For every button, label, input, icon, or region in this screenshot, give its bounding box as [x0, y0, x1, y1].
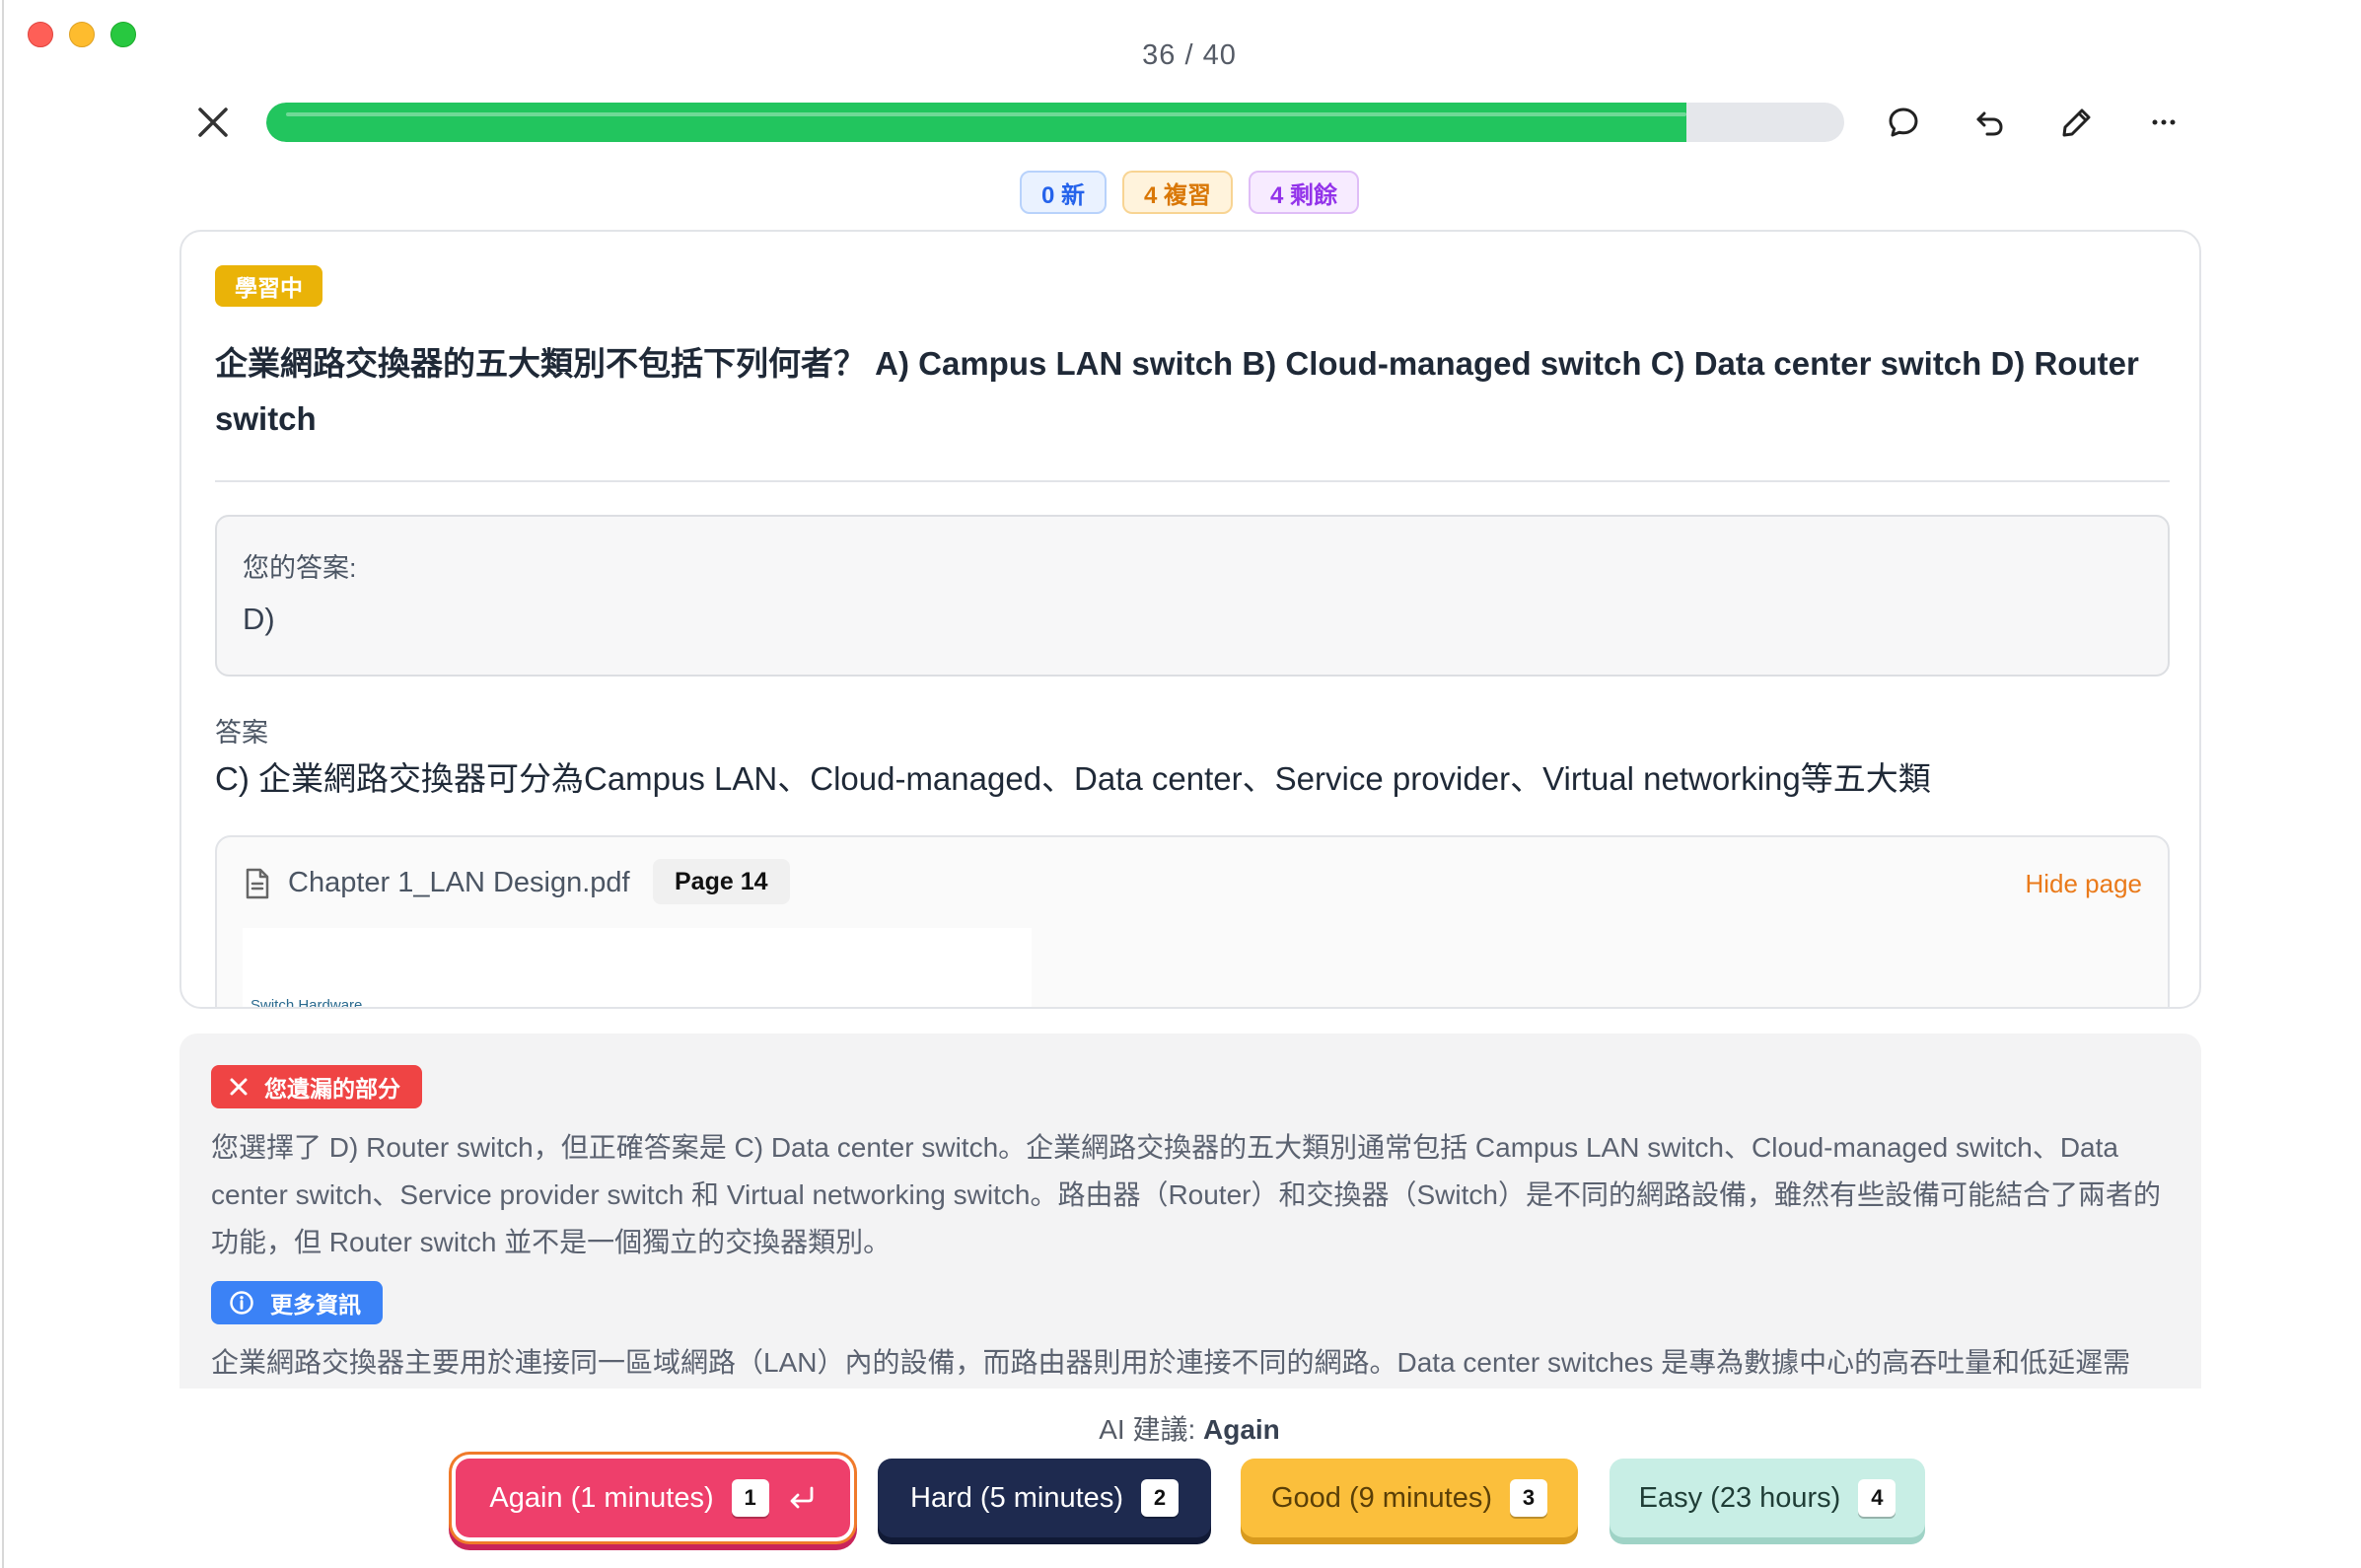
ai-feedback-panel: 您遺漏的部分 您選擇了 D) Router switch，但正確答案是 C) D… [179, 1033, 2201, 1389]
good-button-label: Good (9 minutes) [1270, 1481, 1493, 1514]
enter-icon [790, 1486, 814, 1509]
missed-part-label: 您遺漏的部分 [264, 1076, 400, 1102]
app-window: 36 / 40 0 新 4 複習 4 剩餘 學習中 企業網路交換器的五大類別不包… [2, 0, 2361, 1568]
easy-button-label: Easy (23 hours) [1638, 1481, 1841, 1514]
review-count-badge: 4 複習 [1121, 171, 1233, 214]
easy-button[interactable]: Easy (23 hours) 4 [1610, 1459, 1925, 1537]
good-shortcut-key: 3 [1510, 1479, 1548, 1517]
learning-status-badge: 學習中 [215, 265, 322, 307]
x-icon [230, 1078, 248, 1096]
again-button[interactable]: Again (1 minutes) 1 [456, 1459, 850, 1537]
again-button-label: Again (1 minutes) [489, 1481, 714, 1514]
more-info-text: 企業網路交換器主要用於連接同一區域網路（LAN）內的設備，而路由器則用於連接不同… [211, 1347, 2131, 1378]
comment-icon [1889, 107, 1918, 137]
hard-button[interactable]: Hard (5 minutes) 2 [878, 1459, 1211, 1537]
new-count-badge: 0 新 [1019, 171, 1107, 214]
divider [215, 480, 2170, 482]
question-text: 企業網路交換器的五大類別不包括下列何者？ A) Campus LAN switc… [215, 345, 2139, 437]
your-answer-box: 您的答案: D) [215, 515, 2170, 677]
ai-suggestion-value: Again [1203, 1414, 1280, 1445]
edit-icon [2062, 108, 2091, 137]
missed-part-text: 您選擇了 D) Router switch，但正確答案是 C) Data cen… [211, 1132, 2161, 1257]
remaining-count-badge: 4 剩餘 [1249, 171, 1360, 214]
hard-button-label: Hard (5 minutes) [910, 1481, 1123, 1514]
edit-button[interactable] [2053, 99, 2101, 146]
close-icon [198, 107, 228, 137]
thumbnail-title: Switch Hardware [250, 997, 363, 1009]
undo-icon [1976, 111, 2003, 136]
ai-suggestion-prefix: AI 建議: [1099, 1414, 1196, 1445]
card-stats: 0 新 4 複習 4 剩餘 [4, 171, 2361, 214]
answer-label: 答案 [215, 718, 268, 748]
document-icon [246, 868, 269, 899]
page-thumbnail: Switch Hardware [243, 928, 1032, 1009]
info-icon [230, 1291, 253, 1315]
close-session-button[interactable] [189, 99, 237, 146]
source-reference: Chapter 1_LAN Design.pdf Page 14 Hide pa… [215, 835, 2170, 1009]
more-icon [2152, 119, 2176, 125]
session-progress-bar [266, 103, 1844, 142]
progress-fill [266, 103, 1686, 142]
flashcard: 學習中 企業網路交換器的五大類別不包括下列何者？ A) Campus LAN s… [179, 230, 2201, 1009]
more-options-button[interactable] [2140, 99, 2187, 146]
easy-shortcut-key: 4 [1858, 1479, 1896, 1517]
hide-page-link[interactable]: Hide page [2025, 869, 2142, 899]
your-answer-label: 您的答案: [243, 553, 357, 583]
source-file-name: Chapter 1_LAN Design.pdf [288, 867, 630, 898]
missed-part-badge: 您遺漏的部分 [211, 1065, 422, 1108]
ai-suggestion: AI 建議: Again [4, 1408, 2361, 1448]
more-info-label: 更多資訊 [270, 1292, 361, 1318]
again-shortcut-key: 1 [731, 1479, 769, 1517]
comment-button[interactable] [1880, 99, 1927, 146]
your-answer-value: D) [243, 602, 275, 636]
answer-text: C) 企業網路交換器可分為Campus LAN、Cloud-managed、Da… [215, 760, 1931, 797]
hard-shortcut-key: 2 [1140, 1479, 1179, 1517]
good-button[interactable]: Good (9 minutes) 3 [1241, 1459, 1578, 1537]
source-page-badge: Page 14 [653, 859, 790, 904]
card-counter: 36 / 40 [1142, 39, 1237, 71]
undo-button[interactable] [1967, 99, 2014, 146]
more-info-badge: 更多資訊 [211, 1281, 383, 1324]
